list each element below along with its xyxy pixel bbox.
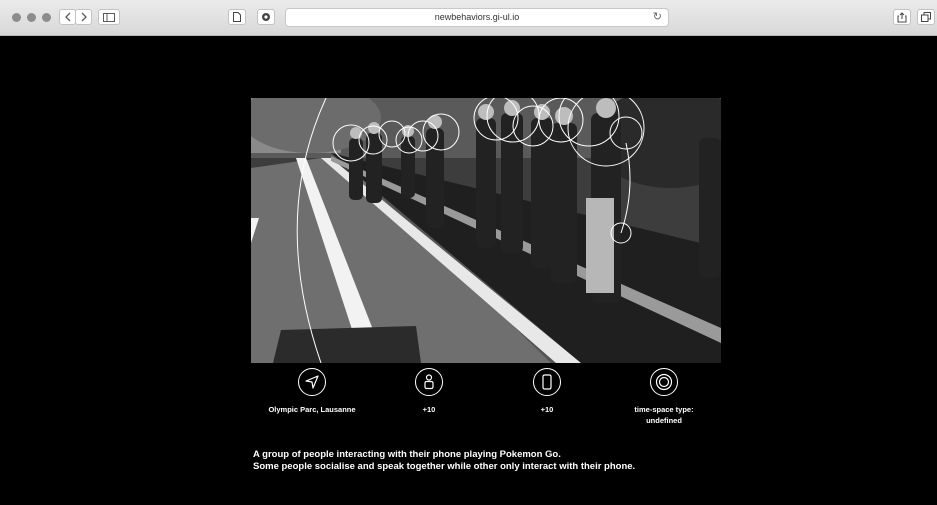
tabs-button[interactable] — [917, 9, 935, 25]
time-space-type-value: undefined — [646, 416, 682, 425]
description-line-1: A group of people interacting with their… — [253, 449, 561, 460]
url-text: newbehaviors.gi-ul.io — [434, 12, 520, 22]
phone-count-info: +10 — [487, 368, 607, 415]
chevron-right-icon — [81, 12, 87, 22]
people-count-info: +10 — [369, 368, 489, 415]
close-window-button[interactable] — [12, 13, 21, 22]
concentric-circles-icon — [650, 368, 678, 396]
location-label: Olympic Parc, Lausanne — [268, 405, 356, 414]
sidebar-button[interactable] — [98, 9, 120, 25]
description-line-2: Some people socialise and speak together… — [253, 461, 636, 472]
phone-count-label: +10 — [540, 405, 554, 414]
smartphone-icon — [533, 368, 561, 396]
chevron-left-icon — [64, 12, 70, 22]
share-button[interactable] — [893, 9, 911, 25]
forward-button[interactable] — [75, 9, 92, 25]
location-info: Olympic Parc, Lausanne — [252, 368, 372, 415]
photo-people-playing-pokemon-go — [251, 98, 721, 363]
location-arrow-icon — [298, 368, 326, 396]
minimize-window-button[interactable] — [27, 13, 36, 22]
back-button[interactable] — [59, 9, 76, 25]
browser-toolbar: newbehaviors.gi-ul.io ↻ — [0, 0, 937, 36]
time-space-type-label: time-space type: undefined — [604, 404, 724, 426]
time-space-type-heading: time-space type: — [634, 405, 694, 414]
address-bar[interactable]: newbehaviors.gi-ul.io ↻ — [285, 8, 669, 27]
reader-button[interactable] — [228, 9, 246, 25]
page-icon — [233, 12, 241, 22]
share-icon — [897, 11, 907, 22]
zoom-window-button[interactable] — [42, 13, 51, 22]
people-count-label: +10 — [422, 405, 436, 414]
person-icon — [415, 368, 443, 396]
extension-icon — [262, 13, 270, 21]
photo-description: A group of people interacting with their… — [253, 449, 635, 473]
sidebar-icon — [103, 12, 115, 22]
tabs-icon — [921, 12, 931, 22]
extension-button[interactable] — [257, 9, 275, 25]
time-space-type-info: time-space type: undefined — [604, 368, 724, 426]
reload-icon[interactable]: ↻ — [653, 9, 662, 26]
